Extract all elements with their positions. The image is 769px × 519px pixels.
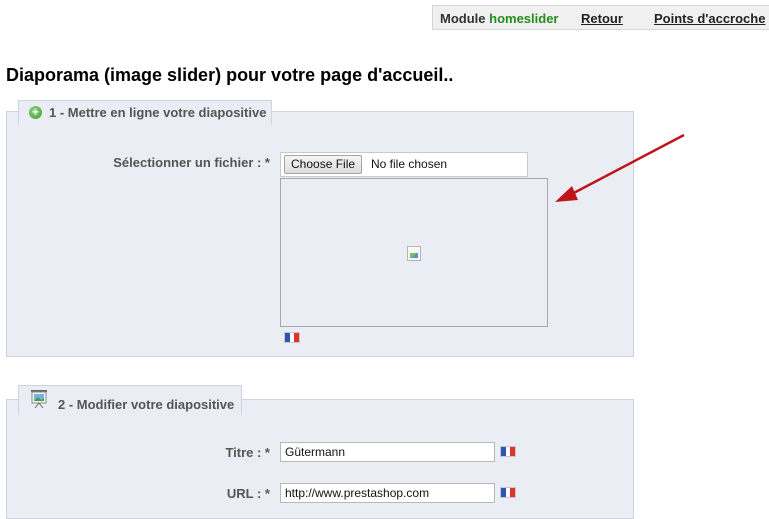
annotation-arrow-icon	[555, 133, 685, 202]
title-label: Titre : *	[225, 445, 270, 460]
url-input[interactable]	[280, 483, 495, 503]
france-flag-icon[interactable]	[500, 446, 516, 457]
module-title: Module homeslider	[440, 11, 559, 26]
page-title: Diaporama (image slider) pour votre page…	[6, 65, 454, 85]
broken-image-icon	[407, 246, 421, 261]
slideshow-icon	[31, 390, 47, 409]
url-label: URL : *	[226, 486, 270, 501]
add-icon: +	[29, 106, 42, 119]
hooks-link[interactable]: Points d'accroche	[654, 11, 765, 26]
file-label: Sélectionner un fichier : *	[113, 155, 270, 170]
file-input[interactable]: Choose File No file chosen	[280, 152, 528, 177]
upload-legend-text: 1 - Mettre en ligne votre diapositive	[49, 105, 267, 120]
upload-legend: + 1 - Mettre en ligne votre diapositive	[18, 100, 272, 124]
france-flag-icon[interactable]	[284, 332, 300, 343]
module-toolbar: Module homeslider Retour Points d'accroc…	[432, 5, 769, 30]
choose-file-button[interactable]: Choose File	[284, 155, 363, 174]
image-preview	[280, 178, 548, 327]
title-input[interactable]	[280, 442, 495, 462]
file-status: No file chosen	[371, 157, 448, 171]
edit-legend-text: 2 - Modifier votre diapositive	[58, 397, 235, 412]
edit-legend: 2 - Modifier votre diapositive	[18, 385, 242, 415]
back-link[interactable]: Retour	[581, 11, 623, 26]
france-flag-icon[interactable]	[500, 487, 516, 498]
module-name: homeslider	[489, 11, 559, 26]
